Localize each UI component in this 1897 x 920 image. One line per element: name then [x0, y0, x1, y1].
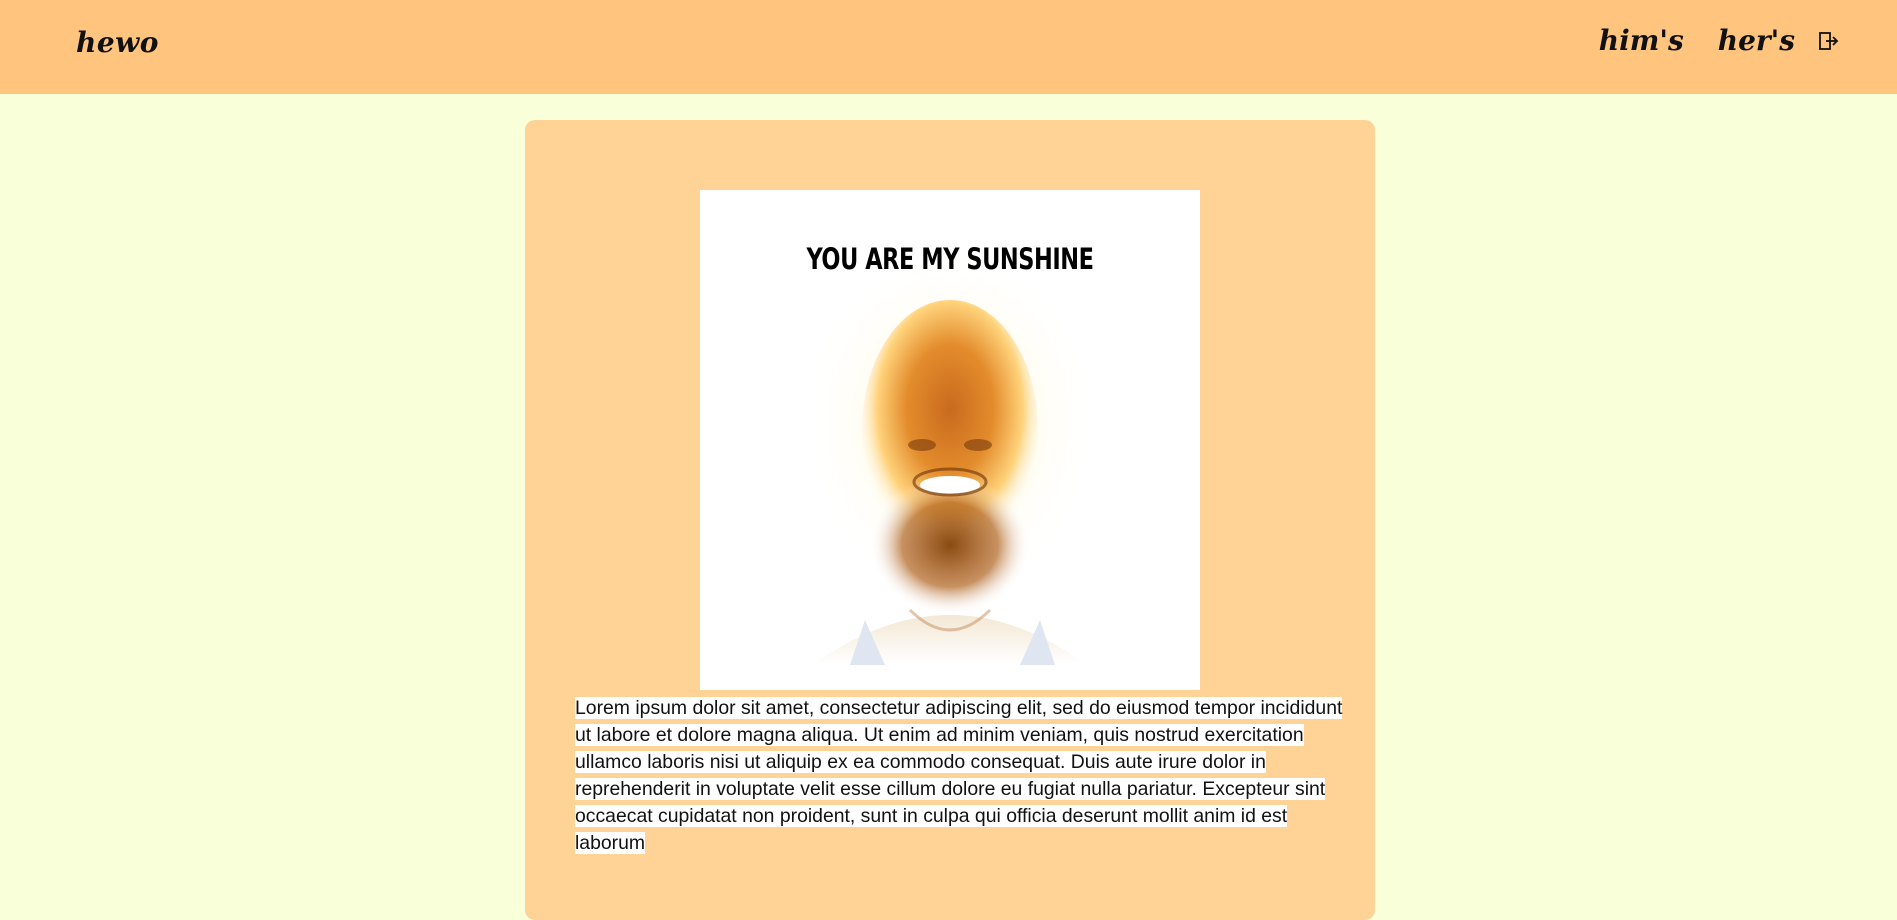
- post-card: YOU ARE MY SUNSHINE Lorem ipsum dolor si…: [525, 120, 1375, 920]
- post-text: Lorem ipsum dolor sit amet, consectetur …: [575, 695, 1345, 857]
- post-image: YOU ARE MY SUNSHINE: [700, 190, 1200, 690]
- nav-link-his[interactable]: him's: [1599, 24, 1684, 57]
- brand-logo[interactable]: hewo: [76, 26, 159, 59]
- nav-link-hers[interactable]: her's: [1718, 24, 1795, 57]
- post-text-content: Lorem ipsum dolor sit amet, consectetur …: [575, 697, 1343, 854]
- nav-links: him's her's: [1565, 24, 1839, 57]
- image-caption: YOU ARE MY SUNSHINE: [806, 242, 1094, 276]
- top-navbar: hewo him's her's: [0, 0, 1897, 94]
- logout-icon[interactable]: [1817, 30, 1839, 52]
